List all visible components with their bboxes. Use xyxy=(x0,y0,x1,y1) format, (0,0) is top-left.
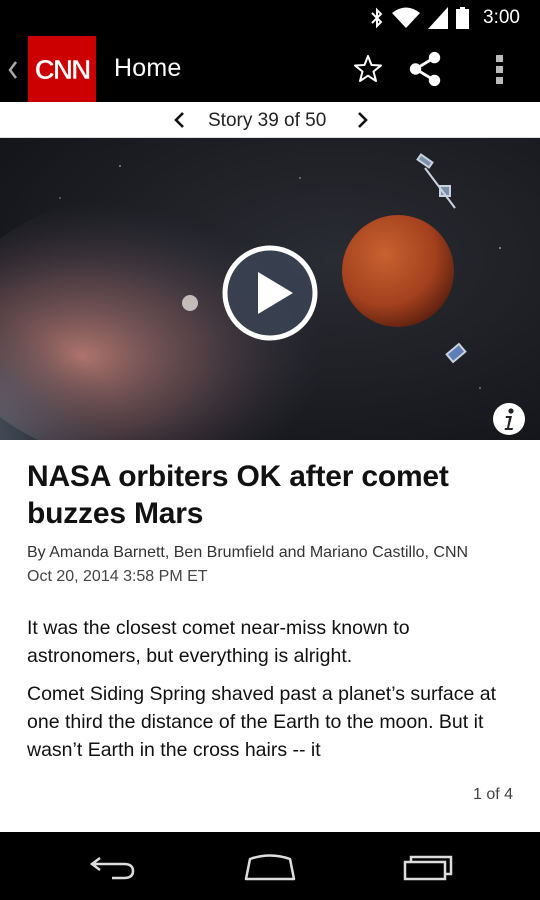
nav-back-button[interactable] xyxy=(82,850,142,884)
page-indicator: 1 of 4 xyxy=(472,786,513,803)
article-date: Oct 20, 2014 3:58 PM ET xyxy=(27,568,208,585)
article-headline: NASA orbiters OK after comet buzzes Mars xyxy=(27,460,449,530)
chevron-left-icon xyxy=(174,112,184,128)
hero-video[interactable] xyxy=(0,138,540,440)
system-navigation-bar xyxy=(0,832,540,900)
cnn-logo-mark: CNN xyxy=(34,54,92,86)
next-story-button[interactable] xyxy=(350,108,374,132)
share-button[interactable] xyxy=(406,50,444,88)
overflow-menu-button[interactable] xyxy=(481,50,519,88)
back-icon xyxy=(89,857,135,880)
nav-home-button[interactable] xyxy=(240,850,300,884)
share-icon xyxy=(409,51,441,87)
play-icon[interactable] xyxy=(221,244,319,342)
svg-text:CNN: CNN xyxy=(35,54,90,85)
status-bar: 3:00 xyxy=(0,0,540,36)
article-byline: By Amanda Barnett, Ben Brumfield and Mar… xyxy=(27,544,469,561)
wifi-icon xyxy=(392,7,421,28)
status-icons: 3:00 xyxy=(370,6,520,30)
home-icon xyxy=(244,854,296,881)
article: NASA orbiters OK after comet buzzes Mars… xyxy=(0,440,540,832)
overflow-menu-icon xyxy=(496,55,503,84)
story-navigator: Story 39 of 50 xyxy=(0,102,540,138)
article-paragraph: It was the closest comet near-miss known… xyxy=(27,617,410,667)
action-bar: CNN Home xyxy=(0,36,540,102)
chevron-right-icon xyxy=(358,112,368,128)
favorite-button[interactable] xyxy=(349,50,387,88)
cnn-logo[interactable]: CNN xyxy=(28,36,96,102)
status-time: 3:00 xyxy=(483,7,520,28)
story-counter: Story 39 of 50 xyxy=(208,110,327,131)
article-paragraph: Comet Siding Spring shaved past a planet… xyxy=(27,683,496,761)
recents-icon xyxy=(403,855,453,881)
info-icon[interactable] xyxy=(492,402,526,436)
nav-recents-button[interactable] xyxy=(398,850,458,884)
star-icon xyxy=(354,55,382,82)
previous-story-button[interactable] xyxy=(168,108,192,132)
page-title: Home xyxy=(114,54,182,82)
battery-icon xyxy=(456,7,470,29)
chevron-left-icon[interactable] xyxy=(4,56,20,84)
bluetooth-icon xyxy=(371,7,383,29)
signal-icon xyxy=(428,7,449,29)
